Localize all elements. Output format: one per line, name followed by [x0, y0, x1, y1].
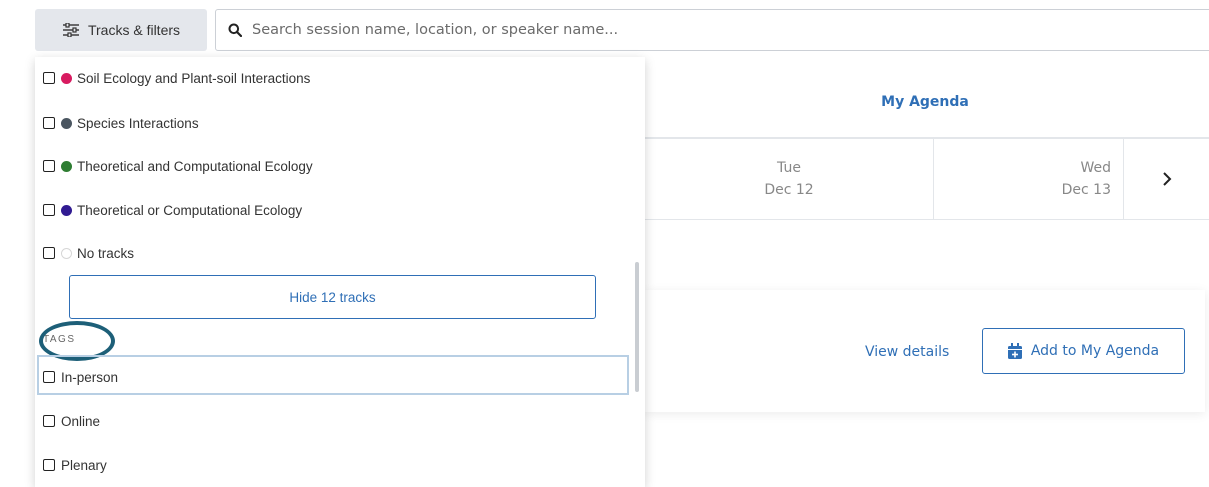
hide-tracks-button[interactable]: Hide 12 tracks — [69, 275, 596, 319]
view-details-link[interactable]: View details — [865, 344, 949, 360]
checkbox[interactable] — [43, 371, 55, 383]
track-label: Theoretical and Computational Ecology — [77, 158, 313, 174]
track-label: Theoretical or Computational Ecology — [77, 202, 303, 218]
day-date: Dec 13 — [1061, 182, 1111, 198]
track-option[interactable]: Soil Ecology and Plant-soil Interactions — [43, 66, 310, 90]
track-option[interactable]: Species Interactions — [43, 111, 199, 135]
track-label: Species Interactions — [77, 115, 199, 131]
day-tab-wed[interactable]: Wed Dec 13 — [934, 139, 1116, 219]
track-label: No tracks — [77, 245, 135, 261]
sliders-icon — [62, 23, 79, 37]
search-icon — [228, 23, 242, 37]
checkbox[interactable] — [43, 459, 55, 471]
tag-option-focus-outline — [37, 355, 629, 395]
checkbox[interactable] — [43, 72, 55, 84]
calendar-plus-icon — [1007, 343, 1022, 359]
search-input[interactable] — [250, 21, 1154, 39]
track-option[interactable]: Theoretical or Computational Ecology — [43, 198, 302, 222]
next-day-button[interactable] — [1123, 139, 1209, 219]
chevron-right-icon — [1163, 172, 1172, 186]
search-bar[interactable] — [215, 9, 1209, 51]
add-to-agenda-label: Add to My Agenda — [1030, 343, 1160, 359]
day-name: Wed — [1080, 160, 1111, 176]
checkbox[interactable] — [43, 204, 55, 216]
tag-label: Plenary — [61, 457, 107, 473]
day-date: Dec 12 — [764, 182, 814, 198]
track-color-dot-icon — [61, 247, 72, 259]
tag-label: In-person — [61, 369, 119, 385]
checkbox[interactable] — [43, 247, 55, 259]
tag-option[interactable]: Online — [43, 409, 100, 433]
scrollbar-thumb[interactable] — [635, 262, 639, 392]
tab-my-agenda[interactable]: My Agenda — [645, 94, 1205, 110]
day-tab-tue[interactable]: Tue Dec 12 — [645, 139, 934, 219]
tracks-filters-button[interactable]: Tracks & filters — [35, 9, 207, 51]
track-color-dot-icon — [61, 204, 72, 216]
track-label: Soil Ecology and Plant-soil Interactions — [77, 70, 311, 86]
tag-option[interactable]: In-person — [43, 365, 118, 389]
checkbox[interactable] — [43, 117, 55, 129]
checkbox[interactable] — [43, 415, 55, 427]
tag-label: Online — [61, 413, 101, 429]
add-to-agenda-button[interactable]: Add to My Agenda — [982, 328, 1185, 374]
checkbox[interactable] — [43, 160, 55, 172]
track-option[interactable]: Theoretical and Computational Ecology — [43, 154, 313, 178]
day-name: Tue — [777, 160, 801, 176]
tracks-filters-label: Tracks & filters — [87, 22, 181, 38]
tag-option[interactable]: Plenary — [43, 453, 107, 477]
track-color-dot-icon — [61, 72, 72, 84]
track-color-dot-icon — [61, 117, 72, 129]
filters-dropdown: Soil Ecology and Plant-soil Interactions… — [35, 57, 645, 487]
track-color-dot-icon — [61, 160, 72, 172]
track-option[interactable]: No tracks — [43, 241, 134, 265]
